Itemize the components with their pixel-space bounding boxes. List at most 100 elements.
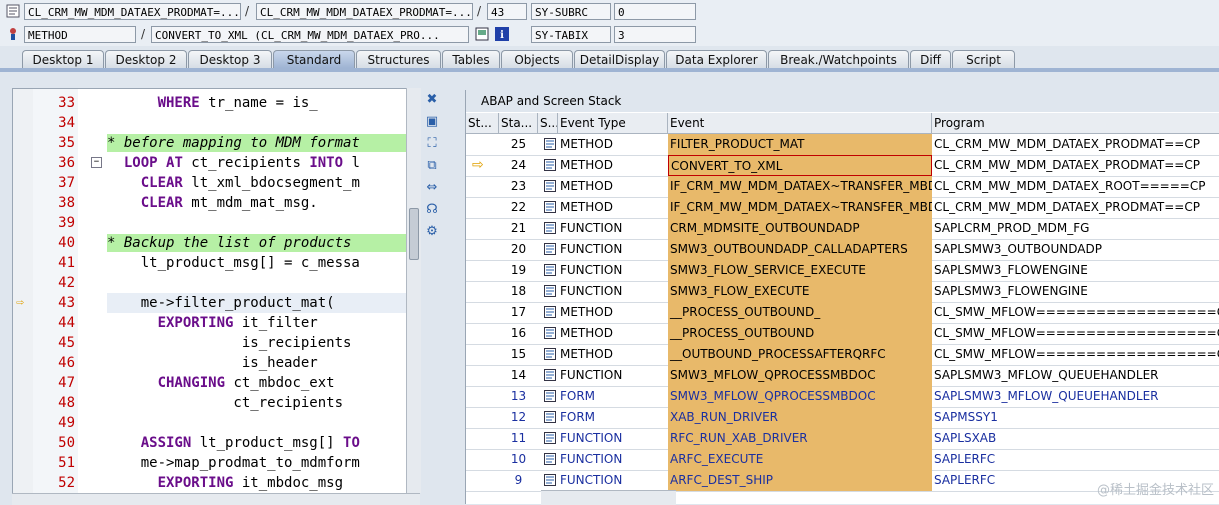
event-name[interactable]: SMW3_OUTBOUNDADP_CALLADAPTERS [668,239,932,260]
code-line[interactable]: 51 me->map_prodmat_to_mdmform [13,453,419,473]
tab-detaildisplay[interactable]: DetailDisplay [574,50,665,68]
maximize-icon[interactable]: ⛶ [424,136,440,152]
code-line[interactable]: 48 ct_recipients [13,393,419,413]
col-header-program[interactable]: Program [932,113,1219,133]
source-code-editor[interactable]: 33 WHERE tr_name = is_ 34 35 * before mappi… [12,88,420,504]
headset-icon[interactable]: ☊ [424,202,440,218]
code-line[interactable]: 45 is_recipients [13,333,419,353]
event-name[interactable]: CRM_MDMSITE_OUTBOUNDADP [668,218,932,239]
source-icon[interactable] [542,218,558,239]
event-name[interactable]: __PROCESS_OUTBOUND_ [668,302,932,323]
event-name[interactable]: FILTER_PRODUCT_MAT [668,134,932,155]
event-name[interactable]: ARFC_EXECUTE [668,449,932,470]
source-icon[interactable] [542,155,558,176]
code-line[interactable]: 42 [13,273,419,293]
include-field[interactable]: CL_CRM_MW_MDM_DATAEX_PRODMAT=... [256,3,473,20]
stack-row[interactable]: 11 FUNCTION RFC_RUN_XAB_DRIVER SAPLSXAB [466,428,1219,450]
event-name[interactable]: IF_CRM_MW_MDM_DATAEX~TRANSFER_MBD... [668,197,932,218]
source-icon[interactable] [542,365,558,386]
code-line[interactable]: 47 CHANGING ct_mbdoc_ext [13,373,419,393]
sy-tabix-value[interactable]: 3 [614,26,696,43]
stack-row[interactable]: 22 METHOD IF_CRM_MW_MDM_DATAEX~TRANSFER_MB… [466,197,1219,219]
tab-tables[interactable]: Tables [442,50,500,68]
event-name[interactable]: RFC_RUN_XAB_DRIVER [668,428,932,449]
code-line[interactable]: 52 EXPORTING it_mbdoc_msg [13,473,419,493]
stack-row[interactable]: 10 FUNCTION ARFC_EXECUTE SAPLERFC [466,449,1219,471]
display-source-icon[interactable] [475,27,489,41]
code-line[interactable]: ⇨ 43 me->filter_product_mat( [13,293,419,313]
code-line[interactable]: 40 * Backup the list of products [13,233,419,253]
col-header-s[interactable]: S... [538,113,558,133]
event-name[interactable]: SMW3_FLOW_SERVICE_EXECUTE [668,260,932,281]
event-name[interactable]: SMW3_MFLOW_QPROCESSMBDOC [668,365,932,386]
source-icon[interactable] [542,407,558,428]
event-name[interactable]: XAB_RUN_DRIVER [668,407,932,428]
tab-desktop-2[interactable]: Desktop 2 [105,50,187,68]
tab-desktop-1[interactable]: Desktop 1 [22,50,104,68]
tab-desktop-3[interactable]: Desktop 3 [188,50,272,68]
stack-horizontal-scrollbar[interactable] [541,490,676,505]
source-icon[interactable] [542,302,558,323]
tab-data-explorer[interactable]: Data Explorer [666,50,767,68]
source-icon[interactable] [542,344,558,365]
col-header-event[interactable]: Event [668,113,932,133]
code-line[interactable]: 50 ASSIGN lt_product_msg[] TO [13,433,419,453]
code-line[interactable]: 46 is_header [13,353,419,373]
event-name[interactable]: SMW3_FLOW_EXECUTE [668,281,932,302]
stack-row[interactable]: 21 FUNCTION CRM_MDMSITE_OUTBOUNDADP SAPLCRM… [466,218,1219,240]
source-icon[interactable] [542,239,558,260]
stack-row[interactable]: 23 METHOD IF_CRM_MW_MDM_DATAEX~TRANSFER_MB… [466,176,1219,198]
code-line[interactable]: 34 [13,113,419,133]
stack-row[interactable]: 15 METHOD __OUTBOUND_PROCESSAFTERQRFC CL_SM… [466,344,1219,366]
col-header-status[interactable]: St... [466,113,499,133]
event-name[interactable]: ARFC_DEST_SHIP [668,470,932,491]
event-name[interactable]: SMW3_MFLOW_QPROCESSMBDOC [668,386,932,407]
info-icon[interactable]: i [495,27,509,41]
editor-scroll-thumb[interactable] [409,208,419,260]
code-line[interactable]: 39 [13,213,419,233]
source-icon[interactable] [542,260,558,281]
stack-row[interactable]: 18 FUNCTION SMW3_FLOW_EXECUTE SAPLSMW3_FLOW… [466,281,1219,303]
event-type-field[interactable]: METHOD [24,26,136,43]
source-icon[interactable] [542,197,558,218]
source-icon[interactable] [542,449,558,470]
tab-script[interactable]: Script [952,50,1015,68]
code-line[interactable]: 37 CLEAR lt_xml_bdocsegment_m [13,173,419,193]
event-name[interactable]: __OUTBOUND_PROCESSAFTERQRFC [668,344,932,365]
event-name[interactable]: CONVERT_TO_XML [668,155,932,176]
source-icon[interactable] [542,176,558,197]
stack-row[interactable]: 25 METHOD FILTER_PRODUCT_MAT CL_CRM_MW_MDM_… [466,134,1219,156]
restore-icon[interactable]: ⧉ [424,158,440,174]
source-icon[interactable] [542,281,558,302]
settings-icon[interactable]: ⚙ [424,224,440,240]
line-field[interactable]: 43 [487,3,527,20]
source-icon[interactable] [542,470,558,491]
close-icon[interactable]: ✖ [424,92,440,108]
source-icon[interactable] [542,323,558,344]
program-field[interactable]: CL_CRM_MW_MDM_DATAEX_PRODMAT=... [24,3,241,20]
stack-row[interactable]: 19 FUNCTION SMW3_FLOW_SERVICE_EXECUTE SAPLS… [466,260,1219,282]
stack-row[interactable]: 12 FORM XAB_RUN_DRIVER SAPMSSY1 [466,407,1219,429]
source-icon[interactable] [542,134,558,155]
code-line[interactable]: 49 [13,413,419,433]
new-window-icon[interactable]: ▣ [424,114,440,130]
swap-icon[interactable]: ⇔ [424,180,440,196]
col-header-event-type[interactable]: Event Type [558,113,668,133]
code-line[interactable]: − 36 LOOP AT ct_recipients INTO l [13,153,419,173]
col-header-stack-level[interactable]: Sta... [499,113,538,133]
tab-diff[interactable]: Diff [910,50,951,68]
stack-row[interactable]: 17 METHOD __PROCESS_OUTBOUND_ CL_SMW_MFLOW=… [466,302,1219,324]
editor-vertical-scrollbar[interactable] [406,88,421,493]
tab-break-watchpoints[interactable]: Break./Watchpoints [768,50,909,68]
code-line[interactable]: 35 * before mapping to MDM format [13,133,419,153]
event-field[interactable]: CONVERT_TO_XML (CL_CRM_MW_MDM_DATAEX_PRO… [151,26,469,43]
source-icon[interactable] [542,386,558,407]
event-name[interactable]: __PROCESS_OUTBOUND [668,323,932,344]
stack-row[interactable]: 13 FORM SMW3_MFLOW_QPROCESSMBDOC SAPLSMW3_M… [466,386,1219,408]
stack-row[interactable]: 14 FUNCTION SMW3_MFLOW_QPROCESSMBDOC SAPLSM… [466,365,1219,387]
stack-row[interactable]: 16 METHOD __PROCESS_OUTBOUND CL_SMW_MFLOW==… [466,323,1219,345]
stack-row[interactable]: ⇨ 24 METHOD CONVERT_TO_XML CL_CRM_MW_MDM_DAT… [466,155,1219,177]
code-line[interactable]: 38 CLEAR mt_mdm_mat_msg. [13,193,419,213]
tab-structures[interactable]: Structures [356,50,441,68]
tab-objects[interactable]: Objects [501,50,573,68]
